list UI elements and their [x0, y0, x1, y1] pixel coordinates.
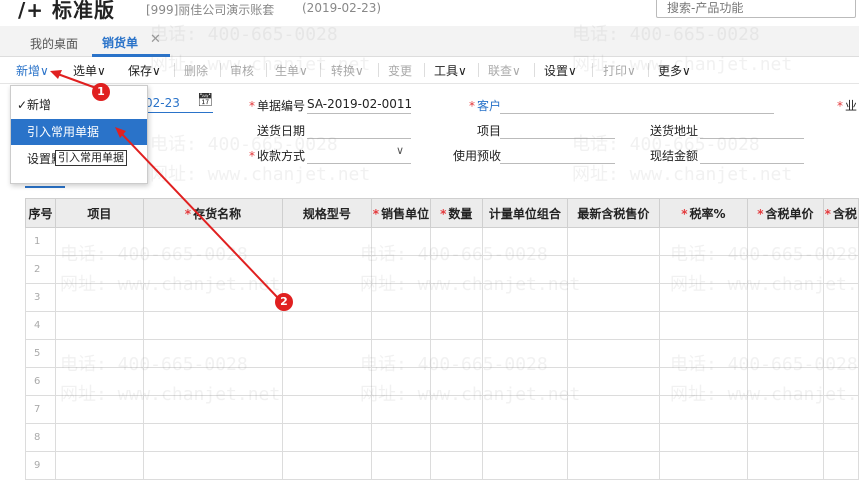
annotation-badge-2: 2: [275, 293, 293, 311]
arrow-2: [119, 131, 279, 299]
annotation-badge-1: 1: [92, 83, 110, 101]
annotation-arrows: [50, 70, 279, 299]
arrow-1: [54, 72, 97, 89]
